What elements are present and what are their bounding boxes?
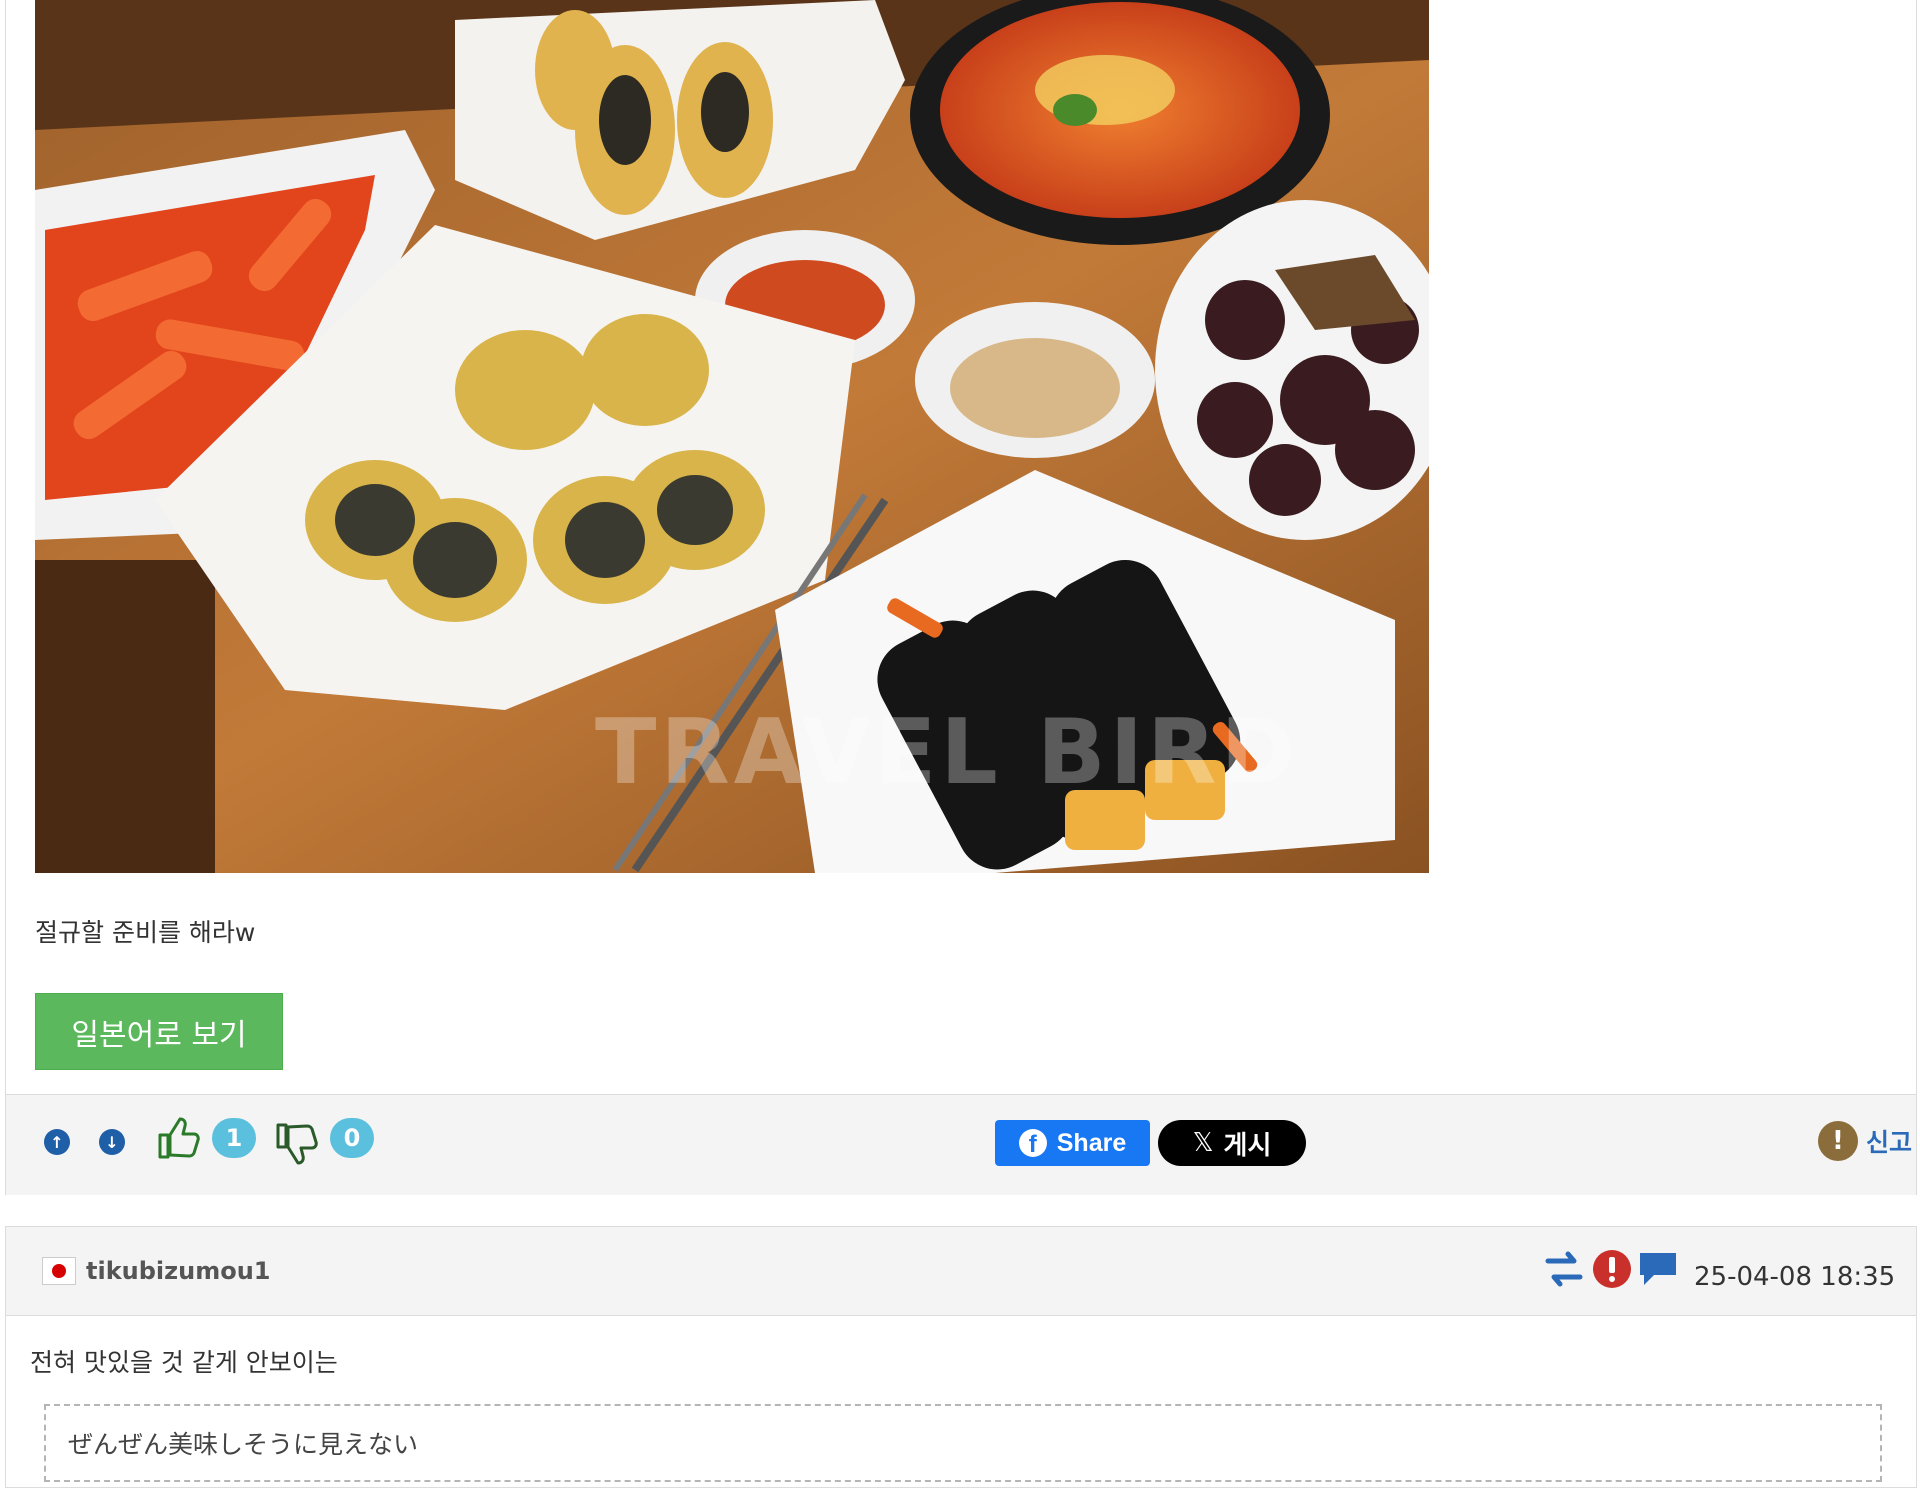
thumbs-up-icon[interactable] (156, 1115, 200, 1161)
warning-icon: ! (1817, 1121, 1858, 1161)
x-post-label: 게시 (1223, 1130, 1272, 1161)
photo-watermark: TRAVEL BIRD (595, 700, 1300, 805)
comment-date: 25-04-08 18:35 (1694, 1262, 1896, 1292)
post-container: TRAVEL BIRD 절규할 준비를 해라w 일본어로 보기 ↑ ↓ 1 0 … (5, 0, 1917, 1195)
comment-username[interactable]: tikubizumou1 (86, 1257, 271, 1285)
japan-flag-icon (42, 1257, 76, 1285)
report-link[interactable]: ! 신고 (1817, 1121, 1912, 1161)
post-body-text: 절규할 준비를 해라w (35, 918, 256, 947)
scroll-down-icon[interactable]: ↓ (99, 1129, 125, 1155)
scroll-up-icon[interactable]: ↑ (44, 1129, 70, 1155)
comment-item: tikubizumou1 25-04-08 18:35 전혀 맛있을 것 같게 … (5, 1226, 1917, 1488)
x-post-button[interactable]: 𝕏 게시 (1158, 1120, 1306, 1166)
view-in-japanese-button[interactable]: 일본어로 보기 (35, 993, 283, 1070)
like-count-badge: 1 (212, 1118, 256, 1158)
comment-tools (1542, 1249, 1678, 1289)
comment-translation-text: ぜんぜん美味しそうに見えない (68, 1430, 419, 1459)
thumbs-down-icon[interactable] (274, 1121, 318, 1167)
comment-text: 전혀 맛있을 것 같게 안보이는 (30, 1348, 338, 1377)
comment-translation-box: ぜんぜん美味しそうに見えない (44, 1404, 1882, 1482)
report-label: 신고 (1865, 1128, 1912, 1157)
facebook-icon: f (1018, 1129, 1047, 1157)
food-photo: TRAVEL BIRD (35, 0, 1429, 873)
report-comment-icon[interactable] (1592, 1249, 1632, 1289)
translate-swap-icon[interactable] (1542, 1249, 1586, 1289)
facebook-share-label: Share (1056, 1128, 1127, 1157)
comment-header: tikubizumou1 25-04-08 18:35 (6, 1227, 1916, 1316)
facebook-share-button[interactable]: f Share (995, 1120, 1150, 1166)
dislike-count-badge: 0 (330, 1118, 374, 1158)
x-logo-icon: 𝕏 (1192, 1128, 1214, 1158)
reply-comment-icon[interactable] (1638, 1249, 1678, 1289)
post-action-bar: ↑ ↓ 1 0 f Share 𝕏 게시 ! 신고 (6, 1094, 1916, 1195)
